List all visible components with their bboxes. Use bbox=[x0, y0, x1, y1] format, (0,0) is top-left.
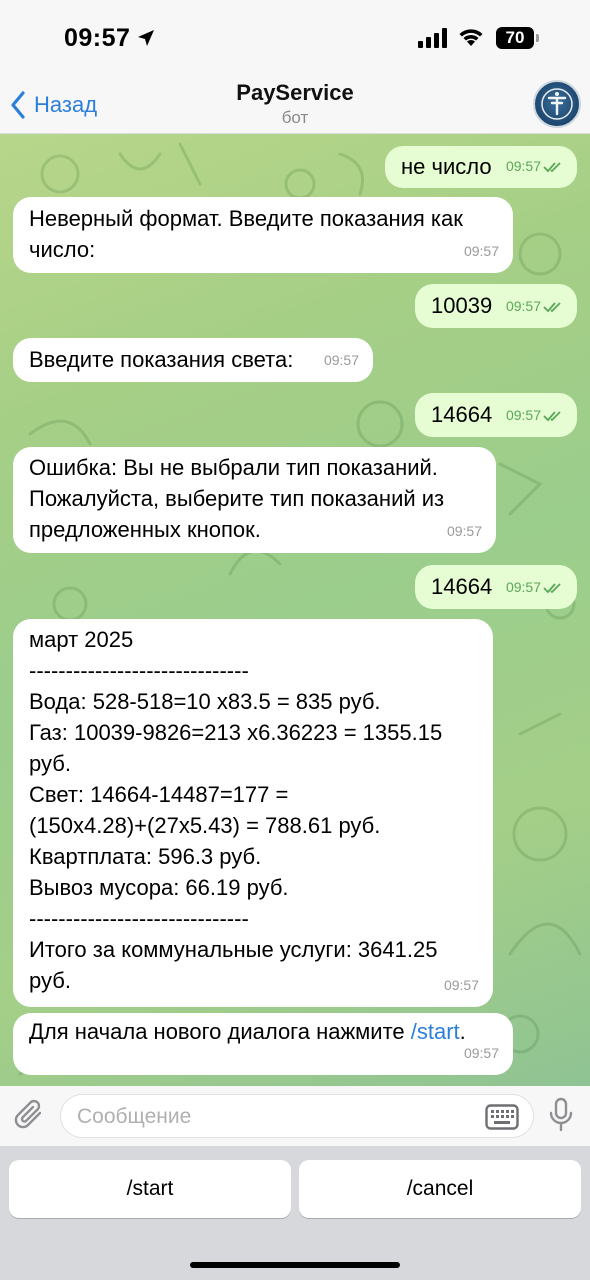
message-bubble-outgoing[interactable]: 14664 09:57 bbox=[415, 565, 577, 609]
message-text: Неверный формат. Введите показания как ч… bbox=[29, 206, 463, 262]
message-time: 09:57 bbox=[505, 158, 541, 174]
message-bubble-incoming[interactable]: март 2025 ------------------------------… bbox=[13, 619, 493, 1007]
location-arrow-icon bbox=[138, 30, 154, 46]
message-meta: 09:57 bbox=[506, 291, 563, 322]
message-meta: 09:57 bbox=[324, 345, 359, 376]
paperclip-icon[interactable] bbox=[14, 1098, 46, 1132]
signal-icon bbox=[418, 28, 447, 48]
bot-keyboard: /start /cancel bbox=[0, 1146, 590, 1280]
avatar[interactable] bbox=[533, 80, 581, 128]
message-text: Для начала нового диалога нажмите /start… bbox=[29, 1019, 466, 1044]
message-meta: 09:57 bbox=[464, 1038, 499, 1069]
home-indicator[interactable] bbox=[190, 1262, 400, 1268]
message-text: Введите показания света: bbox=[29, 347, 294, 372]
message-bubble-incoming[interactable]: Для начала нового диалога нажмите /start… bbox=[13, 1013, 513, 1075]
message-meta: 09:57 bbox=[464, 236, 499, 267]
chat-subtitle: бот bbox=[281, 108, 309, 127]
microphone-icon[interactable] bbox=[548, 1097, 574, 1133]
message-text-prefix: Для начала нового диалога нажмите bbox=[29, 1019, 411, 1044]
message-meta: 09:57 bbox=[506, 151, 563, 182]
double-check-icon bbox=[543, 301, 561, 312]
message-bubble-outgoing[interactable]: 10039 09:57 bbox=[415, 284, 577, 328]
start-button[interactable]: /start bbox=[9, 1160, 291, 1218]
message-meta: 09:57 bbox=[506, 572, 563, 603]
message-bubble-incoming[interactable]: Введите показания света: 09:57 bbox=[13, 338, 373, 382]
message-bubble-outgoing[interactable]: 14664 09:57 bbox=[415, 393, 577, 437]
chat-title[interactable]: PayService bbox=[0, 80, 590, 106]
chat-area[interactable]: не число 09:57 Неверный формат. Введите … bbox=[0, 134, 590, 1086]
message-text: март 2025 ------------------------------… bbox=[29, 627, 443, 993]
message-text: Ошибка: Вы не выбрали тип показаний. Пож… bbox=[29, 455, 445, 542]
battery-cap bbox=[536, 34, 539, 42]
message-text: не число bbox=[401, 154, 492, 179]
message-meta: 09:57 bbox=[506, 400, 563, 431]
message-time: 09:57 bbox=[505, 407, 541, 423]
double-check-icon bbox=[543, 161, 561, 172]
message-meta: 09:57 bbox=[447, 516, 482, 547]
message-time: 09:57 bbox=[446, 523, 482, 539]
wifi-icon bbox=[459, 29, 483, 46]
message-bubble-incoming[interactable]: Ошибка: Вы не выбрали тип показаний. Пож… bbox=[13, 447, 496, 553]
message-time: 09:57 bbox=[505, 298, 541, 314]
message-input-bar: Сообщение bbox=[0, 1086, 590, 1146]
message-time: 09:57 bbox=[323, 352, 359, 368]
battery-indicator: 70 bbox=[496, 27, 534, 49]
chat-header: Назад PayService бот bbox=[0, 76, 590, 134]
double-check-icon bbox=[543, 582, 561, 593]
message-time: 09:57 bbox=[463, 243, 499, 259]
double-check-icon bbox=[543, 410, 561, 421]
message-text: 10039 bbox=[431, 293, 493, 318]
message-text: 14664 bbox=[431, 574, 493, 599]
status-bar: 09:57 70 bbox=[0, 0, 590, 76]
message-time: 09:57 bbox=[463, 1045, 499, 1061]
message-input[interactable]: Сообщение bbox=[60, 1094, 534, 1138]
message-bubble-incoming[interactable]: Неверный формат. Введите показания как ч… bbox=[13, 197, 513, 273]
message-time: 09:57 bbox=[505, 579, 541, 595]
message-bubble-outgoing[interactable]: не число 09:57 bbox=[385, 146, 577, 188]
start-command-link[interactable]: /start bbox=[411, 1019, 460, 1044]
message-time: 09:57 bbox=[443, 977, 479, 993]
cancel-button[interactable]: /cancel bbox=[299, 1160, 581, 1218]
status-time: 09:57 bbox=[64, 24, 131, 52]
message-input-placeholder: Сообщение bbox=[77, 1105, 192, 1128]
message-text: 14664 bbox=[431, 402, 493, 427]
bot-logo-icon bbox=[541, 88, 573, 120]
message-meta: 09:57 bbox=[444, 970, 479, 1001]
keyboard-icon[interactable] bbox=[485, 1104, 519, 1130]
